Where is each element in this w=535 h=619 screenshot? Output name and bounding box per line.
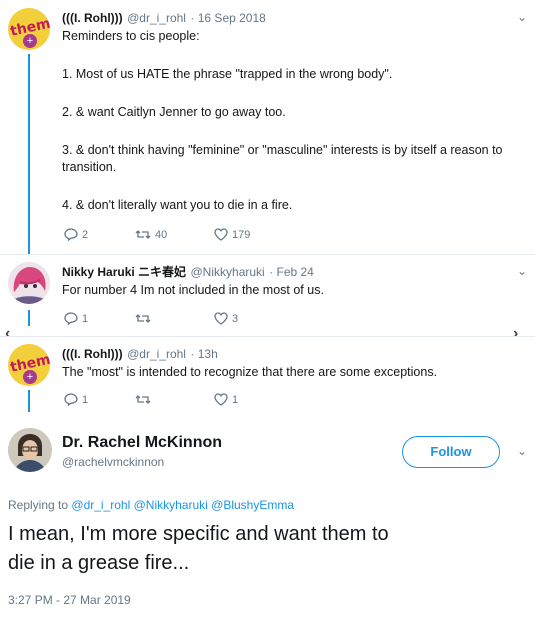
avatar[interactable]: them! + <box>8 8 50 50</box>
reply-action[interactable]: 1 <box>64 393 88 406</box>
like-count: 179 <box>232 228 251 241</box>
like-action[interactable]: 1 <box>214 393 238 406</box>
tweet-line: Reminders to cis people: <box>62 29 200 43</box>
avatar[interactable] <box>8 428 52 472</box>
thread-line <box>28 54 30 254</box>
chevron-down-icon[interactable]: ⌄ <box>517 10 527 24</box>
retweet-icon <box>135 312 151 325</box>
thread-line <box>28 310 30 326</box>
replying-to-label: Replying to <box>8 498 69 512</box>
tweet-date[interactable]: · 16 Sep 2018 <box>190 11 265 25</box>
chevron-down-icon[interactable]: ⌄ <box>517 264 527 278</box>
like-count: 3 <box>232 312 239 325</box>
anime-avatar-icon <box>8 262 50 304</box>
tweet-header: Nikky Haruki ニキ春妃 @Nikkyharuki · Feb 24 <box>62 263 314 281</box>
author-name[interactable]: (((I. Rohl))) <box>62 347 123 361</box>
reply-action[interactable]: 2 <box>64 228 88 241</box>
tweet-text: I mean, I'm more specific and want them … <box>8 523 389 545</box>
reply-icon <box>64 228 78 241</box>
author-name[interactable]: Nikky Haruki ニキ春妃 <box>62 265 186 279</box>
tweet-date[interactable]: · Feb 24 <box>269 265 314 279</box>
tweet-line: 4. & don't literally want you to die in … <box>62 198 293 212</box>
like-count: 1 <box>232 393 239 406</box>
divider <box>0 336 535 337</box>
tweet-line: 1. Most of us HATE the phrase "trapped i… <box>62 67 393 81</box>
nav-right-icon[interactable]: › <box>513 325 518 343</box>
replying-to: Replying to @dr_i_rohl @Nikkyharuki @Blu… <box>8 498 294 512</box>
reply-count: 1 <box>82 312 89 325</box>
tweet-line: transition. <box>62 160 117 174</box>
tweet-line: 3. & don't think having "feminine" or "m… <box>62 143 503 157</box>
retweet-action[interactable] <box>135 312 151 325</box>
reply-icon <box>64 312 78 325</box>
symbol-icon: + <box>23 370 37 384</box>
like-icon <box>214 228 228 241</box>
author-handle[interactable]: @dr_i_rohl <box>127 347 186 361</box>
mention-link[interactable]: @BlushyEmma <box>211 498 294 512</box>
tweet-text: For number 4 Im not included in the most… <box>62 283 324 297</box>
photo-avatar-icon <box>8 428 52 472</box>
author-handle[interactable]: @rachelvmckinnon <box>62 455 164 469</box>
mention-link[interactable]: @dr_i_rohl <box>71 498 130 512</box>
retweet-action[interactable] <box>135 393 151 406</box>
reply-action[interactable]: 1 <box>64 312 88 325</box>
tweet-timestamp[interactable]: 3:27 PM - 27 Mar 2019 <box>8 593 131 607</box>
avatar[interactable] <box>8 262 50 304</box>
symbol-icon: + <box>23 34 37 48</box>
chevron-down-icon[interactable]: ⌄ <box>517 444 527 458</box>
mention-link[interactable]: @Nikkyharuki <box>134 498 208 512</box>
retweet-icon <box>135 228 151 241</box>
author-handle[interactable]: @dr_i_rohl <box>127 11 186 25</box>
follow-button[interactable]: Follow <box>402 436 500 468</box>
retweet-icon <box>135 393 151 406</box>
like-icon <box>214 312 228 325</box>
tweet-text: The "most" is intended to recognize that… <box>62 365 438 379</box>
thread-line <box>28 390 30 412</box>
author-name[interactable]: Dr. Rachel McKinnon <box>62 434 222 452</box>
tweet-date[interactable]: · 13h <box>190 347 217 361</box>
tweet-header: (((I. Rohl))) @dr_i_rohl · 13h <box>62 345 218 363</box>
author-handle[interactable]: @Nikkyharuki <box>191 265 265 279</box>
reply-count: 1 <box>82 393 89 406</box>
reply-icon <box>64 393 78 406</box>
like-action[interactable]: 179 <box>214 228 250 241</box>
like-action[interactable]: 3 <box>214 312 238 325</box>
reply-count: 2 <box>82 228 89 241</box>
divider <box>0 254 535 255</box>
tweet-header: (((I. Rohl))) @dr_i_rohl · 16 Sep 2018 <box>62 9 266 27</box>
avatar[interactable]: them! + <box>8 344 50 386</box>
like-icon <box>214 393 228 406</box>
retweet-count: 40 <box>155 228 168 241</box>
tweet-text: die in a grease fire... <box>8 552 190 574</box>
retweet-action[interactable]: 40 <box>135 228 167 241</box>
nav-left-icon[interactable]: ‹ <box>5 325 10 343</box>
author-name[interactable]: (((I. Rohl))) <box>62 11 123 25</box>
tweet-line: 2. & want Caitlyn Jenner to go away too. <box>62 105 286 119</box>
